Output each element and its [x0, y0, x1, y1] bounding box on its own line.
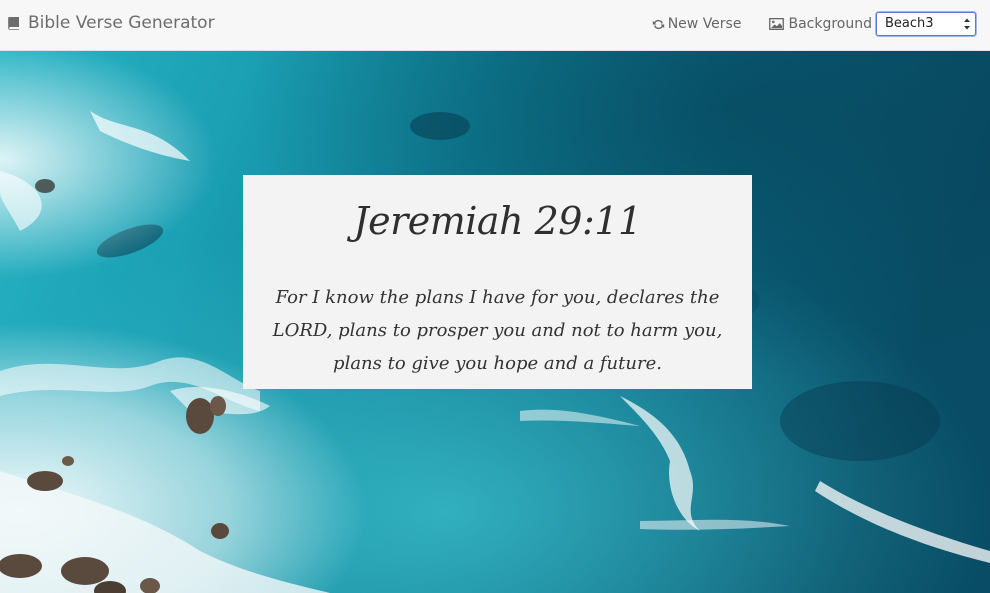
refresh-icon	[652, 19, 664, 29]
new-verse-button[interactable]: New Verse	[652, 16, 742, 32]
navbar: Bible Verse Generator New Verse Backgrou…	[0, 0, 990, 51]
verse-card: Jeremiah 29:11 For I know the plans I ha…	[243, 175, 752, 389]
book-icon	[8, 17, 19, 30]
verse-reference: Jeremiah 29:11	[353, 199, 642, 243]
background-label-text: Background	[788, 16, 872, 32]
verse-text: For I know the plans I have for you, dec…	[272, 287, 723, 374]
new-verse-label: New Verse	[667, 16, 742, 32]
image-icon	[769, 18, 785, 30]
brand-link[interactable]: Bible Verse Generator	[6, 12, 215, 34]
app-page: Bible Verse Generator New Verse Backgrou…	[0, 0, 990, 593]
navbar-controls: New Verse Background Beach3	[652, 12, 976, 36]
background-select[interactable]: Beach3	[876, 12, 976, 36]
background-select-value: Beach3	[885, 16, 934, 31]
brand-title: Bible Verse Generator	[28, 13, 215, 33]
select-arrows-icon	[964, 18, 970, 30]
background-label: Background	[769, 16, 872, 32]
